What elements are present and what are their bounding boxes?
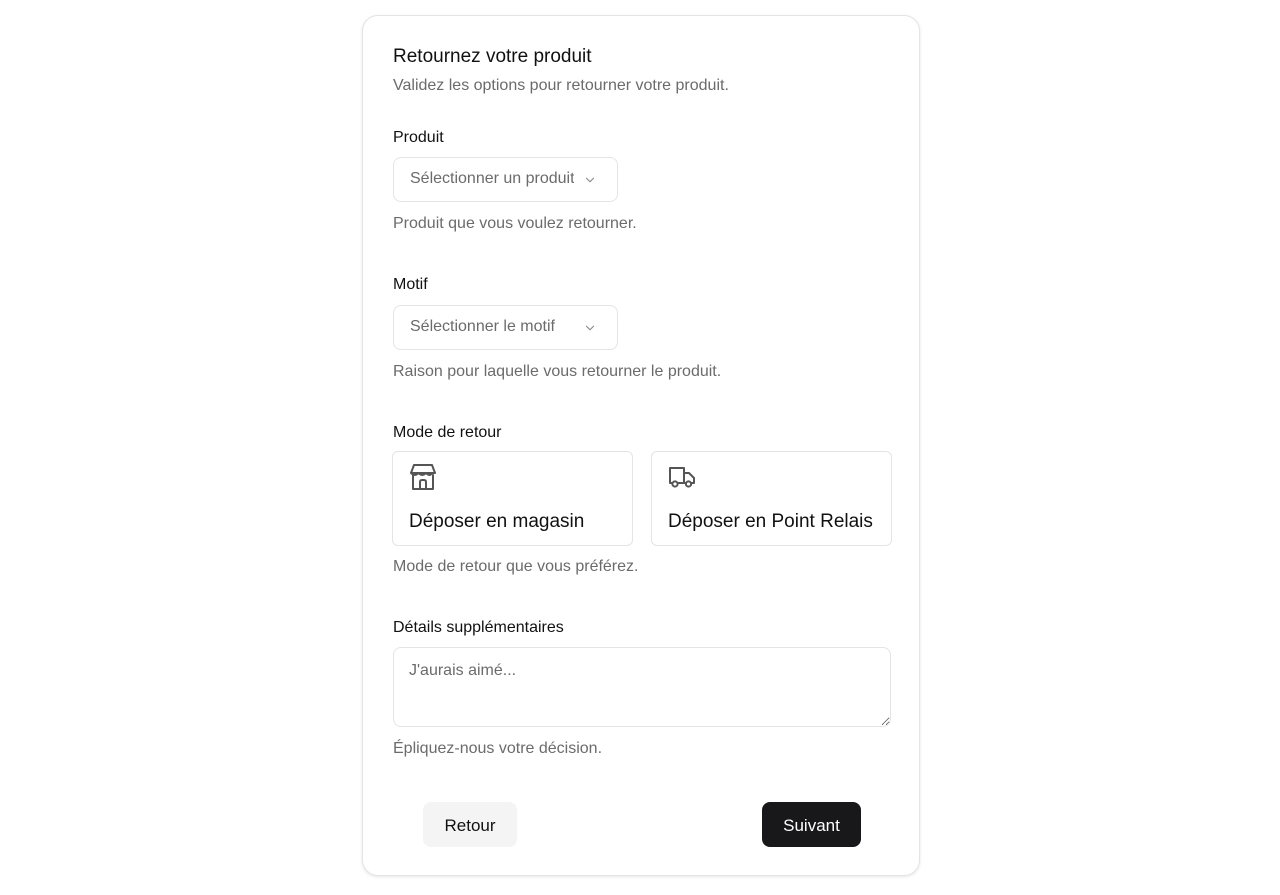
product-select[interactable]: Sélectionner un produit	[393, 157, 618, 202]
return-mode-help-text: Mode de retour que vous préférez.	[393, 558, 639, 575]
return-form-card: Retournez votre produit Validez les opti…	[362, 15, 920, 876]
form-title: Retournez votre produit	[393, 46, 592, 67]
product-help-text: Produit que vous voulez retourner.	[393, 215, 637, 232]
reason-select[interactable]: Sélectionner le motif	[393, 305, 618, 350]
reason-select-placeholder: Sélectionner le motif	[410, 318, 555, 335]
details-label: Détails supplémentaires	[393, 619, 564, 636]
store-icon	[410, 464, 436, 490]
return-mode-option-store-label: Déposer en magasin	[409, 511, 585, 532]
details-textarea[interactable]	[393, 647, 891, 727]
reason-help-text: Raison pour laquelle vous retourner le p…	[393, 363, 722, 380]
next-button[interactable]: Suivant	[762, 802, 861, 847]
product-select-placeholder: Sélectionner un produit	[410, 170, 574, 187]
chevron-down-icon	[585, 177, 595, 183]
details-help-text: Épliquez-nous votre décision.	[393, 740, 603, 757]
truck-icon	[669, 467, 695, 488]
reason-label: Motif	[393, 276, 428, 293]
return-mode-option-relay-label: Déposer en Point Relais	[668, 511, 873, 532]
return-mode-label: Mode de retour	[393, 424, 502, 441]
back-button[interactable]: Retour	[423, 802, 517, 847]
return-mode-option-relay[interactable]: Déposer en Point Relais	[651, 451, 892, 546]
return-mode-option-store[interactable]: Déposer en magasin	[392, 451, 633, 546]
chevron-down-icon	[585, 325, 595, 331]
form-subtitle: Validez les options pour retourner votre…	[393, 77, 729, 94]
product-label: Produit	[393, 129, 444, 146]
